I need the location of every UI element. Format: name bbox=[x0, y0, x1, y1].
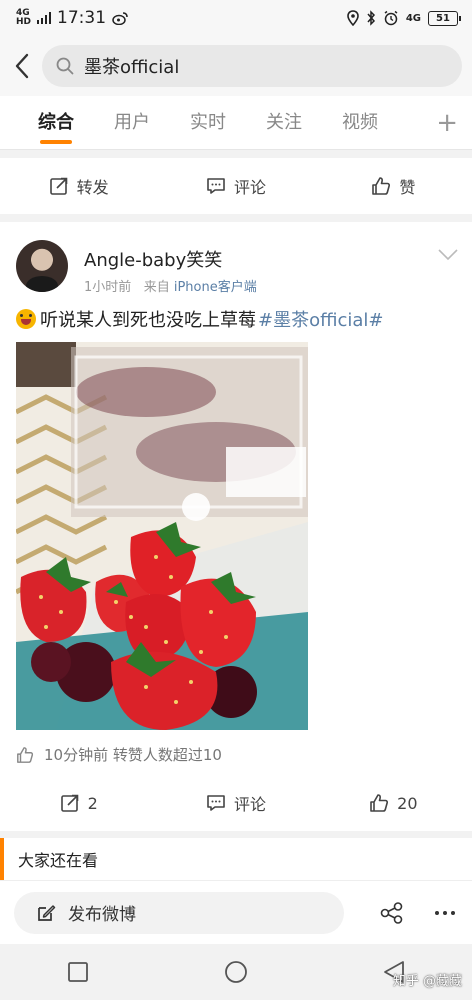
post-source[interactable]: iPhone客户端 bbox=[174, 280, 257, 295]
repost-label: 转发 bbox=[76, 178, 109, 197]
repost-icon bbox=[49, 177, 67, 195]
post-image[interactable] bbox=[16, 342, 308, 730]
strawberries-photo bbox=[16, 342, 308, 730]
like-button[interactable]: 赞 bbox=[315, 174, 472, 198]
comment-button[interactable]: 评论 bbox=[157, 174, 314, 198]
alarm-icon bbox=[383, 10, 399, 26]
post-repost-button[interactable]: 2 bbox=[0, 793, 157, 813]
post-card: Angle-baby笑笑 1小时前 来自 iPhone客户端 听说某人到死也没吃… bbox=[0, 222, 472, 828]
post-menu-button[interactable] bbox=[438, 246, 458, 265]
like-label: 赞 bbox=[399, 178, 416, 197]
location-icon bbox=[347, 10, 359, 26]
avatar[interactable] bbox=[16, 240, 68, 292]
post-comment-button[interactable]: 评论 bbox=[157, 791, 314, 815]
edit-icon bbox=[38, 904, 56, 921]
network-4g: 4G bbox=[405, 12, 421, 24]
back-button[interactable] bbox=[8, 46, 36, 86]
thumbs-up-icon bbox=[370, 794, 389, 812]
signal-icon bbox=[37, 12, 52, 24]
more-icon bbox=[435, 910, 455, 915]
circle-icon bbox=[225, 961, 247, 983]
tab-video[interactable]: 视频 bbox=[322, 96, 398, 150]
compose-label: 发布微博 bbox=[68, 905, 136, 925]
network-indicator: 4G HD bbox=[16, 9, 31, 27]
post-username[interactable]: Angle-baby笑笑 bbox=[84, 246, 222, 272]
status-time: 17:31 bbox=[57, 8, 107, 28]
also-watching-header: 大家还在看 bbox=[0, 838, 472, 880]
comment-icon bbox=[207, 178, 225, 194]
post-time: 1小时前 bbox=[84, 280, 132, 295]
chevron-left-icon bbox=[15, 53, 29, 79]
network-hd: HD bbox=[16, 17, 32, 27]
bluetooth-icon bbox=[366, 10, 376, 26]
tab-comprehensive[interactable]: 综合 bbox=[18, 96, 94, 150]
more-button[interactable] bbox=[434, 910, 456, 916]
add-tab-button[interactable]: + bbox=[436, 108, 458, 138]
post-actions: 2 评论 20 bbox=[0, 775, 472, 831]
tab-realtime[interactable]: 实时 bbox=[170, 96, 246, 150]
repost-button[interactable]: 转发 bbox=[0, 174, 157, 198]
compose-post-button[interactable]: 发布微博 bbox=[14, 891, 344, 934]
tab-users[interactable]: 用户 bbox=[94, 96, 170, 150]
tab-following[interactable]: 关注 bbox=[246, 96, 322, 150]
thumbs-up-icon bbox=[372, 177, 391, 195]
tab-bar: 综合 用户 实时 关注 视频 + bbox=[0, 96, 472, 150]
status-bar: 4G HD 17:31 4G 51 bbox=[0, 0, 472, 36]
post-text: 听说某人到死也没吃上草莓 #墨茶official# bbox=[16, 306, 384, 332]
battery-indicator: 51 bbox=[428, 10, 461, 26]
chevron-down-icon bbox=[438, 249, 458, 261]
post-hashtag[interactable]: #墨茶official# bbox=[258, 306, 384, 332]
search-icon bbox=[56, 57, 74, 75]
also-watching-title: 大家还在看 bbox=[18, 851, 99, 870]
search-header bbox=[0, 36, 472, 96]
prev-post-actions: 转发 评论 赞 bbox=[0, 158, 472, 214]
repost-info: 10分钟前 转赞人数超过10 bbox=[16, 744, 222, 765]
battery-level: 51 bbox=[436, 12, 450, 24]
search-box[interactable] bbox=[42, 45, 462, 87]
laughing-emoji-icon bbox=[16, 309, 36, 329]
share-button[interactable] bbox=[380, 901, 404, 924]
post-meta: 1小时前 来自 iPhone客户端 bbox=[84, 276, 257, 295]
comment-icon bbox=[207, 795, 225, 811]
comment-label: 评论 bbox=[233, 178, 266, 197]
weibo-notification-icon bbox=[112, 11, 128, 25]
thumbs-up-icon bbox=[17, 746, 34, 763]
compose-bar: 发布微博 bbox=[0, 880, 472, 944]
post-source-prefix: 来自 bbox=[143, 280, 170, 295]
home-button[interactable] bbox=[224, 960, 248, 984]
recents-button[interactable] bbox=[67, 961, 89, 983]
search-input[interactable] bbox=[84, 55, 404, 77]
watermark: 知乎 @藏藏 bbox=[392, 974, 462, 989]
repost-icon bbox=[60, 794, 78, 812]
share-icon bbox=[380, 901, 403, 924]
post-repost-count: 2 bbox=[87, 793, 98, 813]
post-like-count: 20 bbox=[397, 793, 418, 813]
post-comment-label: 评论 bbox=[233, 795, 266, 814]
square-icon bbox=[68, 962, 89, 982]
post-body: 听说某人到死也没吃上草莓 bbox=[40, 310, 256, 331]
post-like-button[interactable]: 20 bbox=[315, 793, 472, 813]
repost-info-text: 10分钟前 转赞人数超过10 bbox=[44, 746, 222, 764]
